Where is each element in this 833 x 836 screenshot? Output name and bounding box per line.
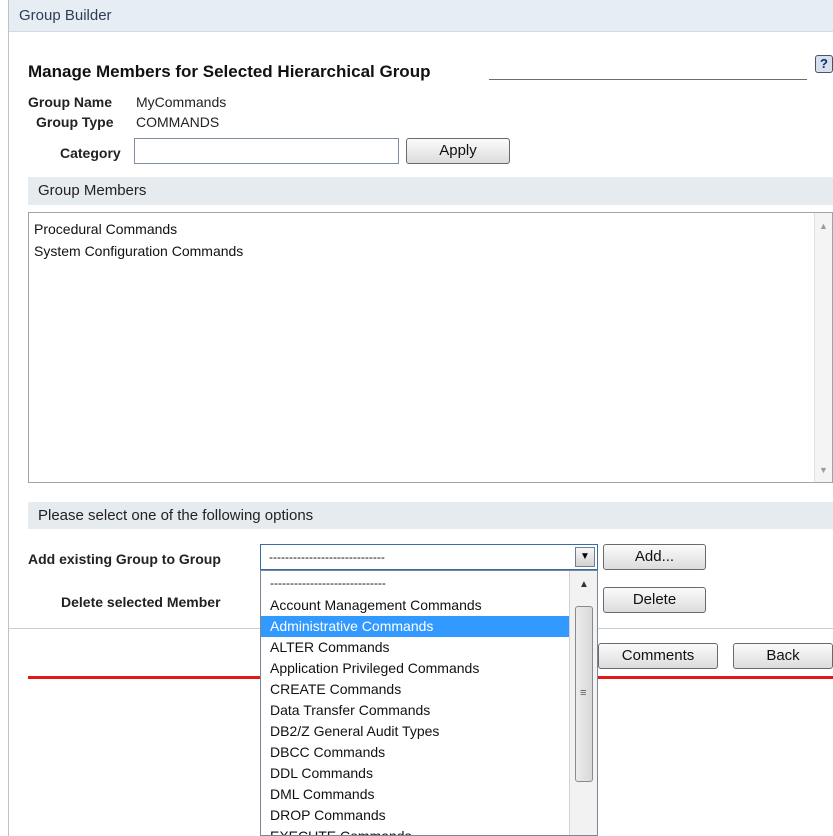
options-header: Please select one of the following optio… bbox=[28, 502, 833, 529]
delete-button[interactable]: Delete bbox=[603, 587, 706, 613]
dropdown-option[interactable]: Account Management Commands bbox=[261, 595, 569, 616]
dropdown-option[interactable]: CREATE Commands bbox=[261, 679, 569, 700]
chevron-down-icon[interactable]: ▼ bbox=[575, 547, 595, 567]
back-button[interactable]: Back bbox=[733, 643, 833, 669]
dropdown-scrollbar[interactable]: ▲ ≡ bbox=[569, 571, 597, 835]
dropdown-option[interactable]: ALTER Commands bbox=[261, 637, 569, 658]
group-type-value: COMMANDS bbox=[136, 114, 220, 130]
scroll-up-icon[interactable]: ▲ bbox=[819, 221, 828, 231]
scroll-up-icon[interactable]: ▲ bbox=[579, 579, 589, 590]
group-name-value: MyCommands bbox=[136, 94, 227, 110]
scroll-down-icon[interactable]: ▼ bbox=[819, 465, 828, 475]
category-label: Category bbox=[60, 145, 121, 161]
group-dropdown-list[interactable]: ----------------------------- Account Ma… bbox=[260, 570, 598, 836]
dropdown-option-selected[interactable]: Administrative Commands bbox=[261, 616, 569, 637]
group-members-list[interactable]: Procedural Commands System Configuration… bbox=[28, 212, 833, 483]
group-members-header: Group Members bbox=[28, 177, 833, 205]
dropdown-option[interactable]: DROP Commands bbox=[261, 805, 569, 826]
comments-button[interactable]: Comments bbox=[598, 643, 718, 669]
dropdown-option[interactable]: ----------------------------- bbox=[261, 573, 569, 594]
members-scrollbar[interactable]: ▲ ▼ bbox=[814, 213, 832, 482]
apply-button[interactable]: Apply bbox=[406, 138, 510, 164]
dropdown-option[interactable]: Application Privileged Commands bbox=[261, 658, 569, 679]
page-heading: Manage Members for Selected Hierarchical… bbox=[28, 62, 431, 81]
dropdown-option[interactable]: DB2/Z General Audit Types bbox=[261, 721, 569, 742]
add-group-select-value: ----------------------------- bbox=[269, 550, 385, 564]
add-group-select[interactable]: ----------------------------- ▼ bbox=[260, 544, 598, 570]
delete-member-label: Delete selected Member bbox=[61, 594, 221, 610]
dropdown-option[interactable]: EXECUTE Commands bbox=[261, 826, 569, 835]
category-input[interactable] bbox=[134, 138, 399, 164]
scrollbar-thumb[interactable]: ≡ bbox=[575, 606, 593, 782]
heading-underline bbox=[489, 79, 807, 80]
list-item[interactable]: System Configuration Commands bbox=[34, 243, 243, 259]
add-button[interactable]: Add... bbox=[603, 544, 706, 570]
window-title: Group Builder bbox=[9, 0, 833, 32]
list-item[interactable]: Procedural Commands bbox=[34, 221, 177, 237]
grip-icon: ≡ bbox=[580, 687, 587, 699]
dropdown-option[interactable]: Data Transfer Commands bbox=[261, 700, 569, 721]
add-group-label: Add existing Group to Group bbox=[28, 551, 221, 567]
group-type-label: Group Type bbox=[36, 114, 114, 130]
dropdown-option[interactable]: DML Commands bbox=[261, 784, 569, 805]
dropdown-option[interactable]: DBCC Commands bbox=[261, 742, 569, 763]
group-name-label: Group Name bbox=[28, 94, 113, 110]
help-icon[interactable]: ? bbox=[815, 55, 833, 73]
dropdown-option[interactable]: DDL Commands bbox=[261, 763, 569, 784]
